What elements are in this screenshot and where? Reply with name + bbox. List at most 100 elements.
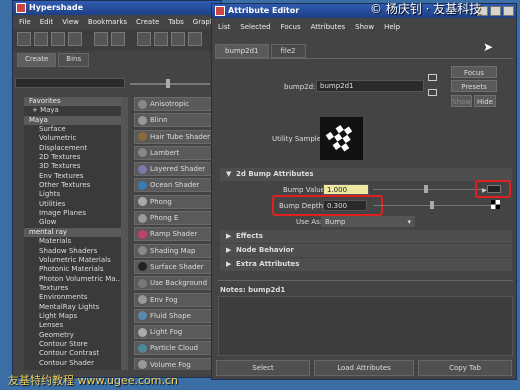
ae-menu-list[interactable]: List [218,18,230,36]
presets-button[interactable]: Presets [451,80,497,92]
toolbar-icon-6[interactable] [111,32,125,46]
maximize-button[interactable] [490,6,501,16]
bump-value-slider[interactable] [373,189,491,190]
tree-item[interactable]: Contour Store [24,340,121,349]
section-effects[interactable]: ▶ Effects [220,230,512,243]
tree-item[interactable]: Contour Shader [24,359,121,368]
node-button[interactable]: Lambert [134,145,212,160]
tree-item[interactable]: 2D Textures [24,153,121,162]
toolbar-icon-3[interactable] [51,32,65,46]
toolbar-icon-10[interactable] [188,32,202,46]
tree-item[interactable]: Volumetric Materials [24,256,121,265]
node-button[interactable]: Blinn [134,113,212,128]
focus-button[interactable]: Focus [451,66,497,78]
output-connection-icon[interactable] [428,89,437,96]
tab-create[interactable]: Create [17,53,57,67]
tree-item[interactable]: Environments [24,293,121,302]
tree-item[interactable]: Light Maps [24,312,121,321]
ae-menu-focus[interactable]: Focus [281,18,301,36]
hypershade-titlebar[interactable]: Hypershade [13,1,221,15]
toolbar-icon-2[interactable] [34,32,48,46]
load-attributes-button[interactable]: Load Attributes [314,360,414,376]
copy-tab-button[interactable]: Copy Tab [418,360,512,376]
ae-menu-help[interactable]: Help [384,18,400,36]
node-button[interactable]: Anisotropic [134,97,212,111]
notes-textarea[interactable] [218,296,513,356]
input-connection-icon[interactable] [428,74,437,81]
bump-value-field[interactable]: 1.000 [323,184,369,195]
section-node-behavior[interactable]: ▶ Node Behavior [220,244,512,257]
node-button[interactable]: Use Background [134,276,212,291]
node-button[interactable]: Particle Cloud [134,341,212,356]
node-button[interactable]: Ocean Shader [134,178,212,193]
show-button[interactable]: Show [451,95,472,107]
tree-item[interactable]: Photonic Materials [24,265,121,274]
toolbar-icon-9[interactable] [171,32,185,46]
tree-item[interactable]: Image Planes [24,209,121,218]
menu-edit[interactable]: Edit [40,15,54,29]
icon-size-slider[interactable] [130,79,210,88]
tab-bump2d1[interactable]: bump2d1 [215,44,269,58]
tree-item[interactable]: MentalRay Lights [24,303,121,312]
node-button[interactable]: Phong [134,194,212,209]
node-button[interactable]: Layered Shader [134,162,212,177]
bump-depth-field[interactable]: 0.300 [323,200,367,211]
menu-create[interactable]: Create [136,15,159,29]
tree-item[interactable]: Textures [24,284,121,293]
toolbar-icon-4[interactable] [68,32,82,46]
tree-item[interactable]: Glow [24,218,121,227]
menu-bookmarks[interactable]: Bookmarks [88,15,127,29]
tree-item[interactable]: Materials [24,237,121,246]
menu-file[interactable]: File [19,15,31,29]
close-button[interactable] [503,6,514,16]
toolbar-icon-1[interactable] [17,32,31,46]
node-button[interactable]: Surface Shader [134,259,212,274]
tree-item[interactable]: Surface [24,125,121,134]
select-button[interactable]: Select [216,360,310,376]
tree-item[interactable]: Shadow Shaders [24,247,121,256]
tree-item[interactable]: Contour Contrast [24,349,121,358]
tree-item[interactable]: Favorites [24,97,121,107]
node-button[interactable]: Ramp Shader [134,227,212,242]
node-button[interactable]: Hair Tube Shader [134,129,212,144]
tree-item[interactable]: + Maya [24,106,121,115]
node-button[interactable]: Phong E [134,211,212,226]
tree-item[interactable]: Lights [24,190,121,199]
tree-item[interactable]: Other Textures [24,181,121,190]
menu-tabs[interactable]: Tabs [168,15,184,29]
toolbar-icon-8[interactable] [154,32,168,46]
node-button[interactable]: Env Fog [134,292,212,307]
ae-menu-attributes[interactable]: Attributes [311,18,346,36]
tab-file2[interactable]: file2 [270,44,306,58]
use-as-dropdown[interactable]: Bump ▾ [321,216,415,227]
node-button[interactable]: Shading Map [134,243,212,258]
hide-button[interactable]: Hide [474,95,496,107]
tree-scrollbar[interactable] [121,97,128,370]
section-extra-attributes[interactable]: ▶ Extra Attributes [220,258,512,271]
tree-item[interactable]: 3D Textures [24,162,121,171]
bump-depth-slider-knob[interactable] [430,201,434,209]
tree-item[interactable]: Env Textures [24,172,121,181]
tree-item[interactable]: Photon Volumetric Ma... [24,275,121,284]
checker-map-icon[interactable] [491,200,500,209]
node-button[interactable]: Light Fog [134,325,212,340]
map-button-icon[interactable]: ▶ [482,185,501,194]
tree-item[interactable]: Volumetric [24,134,121,143]
tree-item[interactable]: Maya [24,115,121,126]
toolbar-icon-5[interactable] [94,32,108,46]
tree-item[interactable]: Lenses [24,321,121,330]
menu-view[interactable]: View [62,15,79,29]
tree-item[interactable]: Utilities [24,200,121,209]
node-button[interactable]: Volume Fog [134,357,212,370]
ae-menu-selected[interactable]: Selected [240,18,270,36]
slider-knob[interactable] [166,79,170,88]
section-2d-bump-attributes[interactable]: ▼ 2d Bump Attributes [220,168,512,181]
node-button[interactable]: Fluid Shape [134,308,212,323]
node-search-input[interactable] [15,78,125,88]
tree-item[interactable]: mental ray [24,227,121,238]
node-name-field[interactable]: bump2d1 [316,80,424,92]
tab-bins[interactable]: Bins [58,53,90,67]
tree-item[interactable]: Geometry [24,331,121,340]
ae-menu-show[interactable]: Show [355,18,374,36]
toolbar-icon-7[interactable] [137,32,151,46]
